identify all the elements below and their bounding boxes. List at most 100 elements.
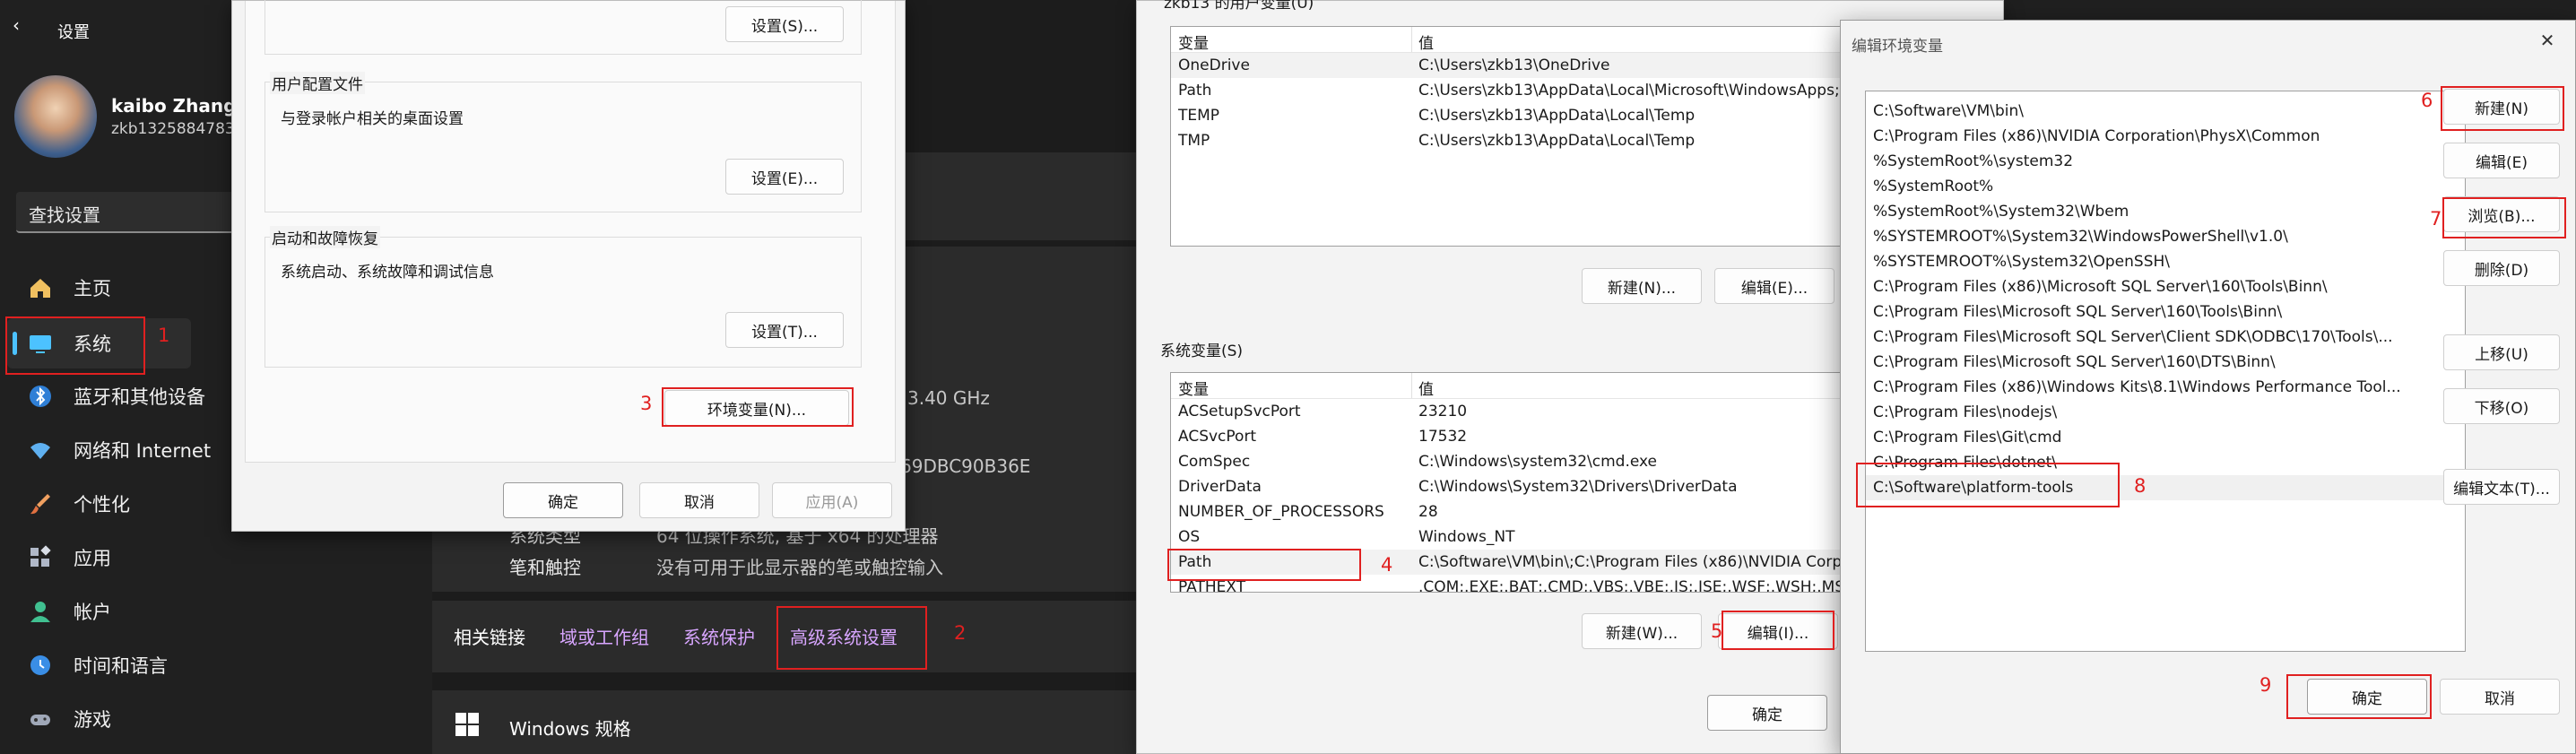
annotation-num-2: 2 [954, 622, 967, 644]
var-value: 23210 [1418, 403, 1468, 420]
move-up-button[interactable]: 上移(U) [2443, 334, 2560, 370]
var-name: OneDrive [1178, 56, 1250, 74]
nav-item-bluetooth[interactable]: 蓝牙和其他设备 [27, 371, 205, 421]
env-ok-button[interactable]: 确定 [1707, 695, 1827, 731]
annotation-num-6: 6 [2421, 90, 2433, 111]
startup-recovery-desc: 系统启动、系统故障和调试信息 [281, 264, 494, 282]
list-item[interactable]: C:\Program Files (x86)\Windows Kits\8.1\… [1866, 375, 2465, 400]
nav-item-apps[interactable]: 应用 [27, 533, 111, 583]
var-name: Path [1178, 82, 1212, 100]
list-item[interactable]: %SystemRoot%\System32\Wbem [1866, 199, 2465, 224]
list-item[interactable]: C:\Software\VM\bin\ [1866, 99, 2465, 124]
bluetooth-icon [27, 383, 54, 410]
nav-item-personalization[interactable]: 个性化 [27, 479, 130, 529]
table-row[interactable]: ComSpec C:\Windows\system32\cmd.exe [1171, 449, 1842, 474]
table-row[interactable]: TEMP C:\Users\zkb13\AppData\Local\Temp [1171, 103, 1842, 128]
move-down-button[interactable]: 下移(O) [2443, 388, 2560, 424]
user-profile-settings-button[interactable]: 设置(E)... [725, 159, 844, 195]
nav-label-apps: 应用 [74, 548, 111, 569]
entry-text: C:\Program Files\Microsoft SQL Server\16… [1873, 353, 2276, 371]
entry-text: %SystemRoot%\System32\Wbem [1873, 203, 2129, 221]
table-row[interactable]: TMP C:\Users\zkb13\AppData\Local\Temp [1171, 128, 1842, 153]
apply-button[interactable]: 应用(A) [772, 482, 892, 518]
nav-item-accounts[interactable]: 帐户 [27, 586, 111, 637]
table-row[interactable]: ACSvcPort 17532 [1171, 424, 1842, 449]
edit-text-button[interactable]: 编辑文本(T)... [2443, 469, 2560, 505]
col-variable-header: 变量 [1178, 35, 1209, 53]
list-item[interactable]: %SYSTEMROOT%\System32\WindowsPowerShell\… [1866, 224, 2465, 249]
table-header: 变量 值 [1171, 373, 1842, 399]
list-item[interactable]: C:\Program Files\nodejs\ [1866, 400, 2465, 425]
list-item[interactable]: C:\Program Files\Microsoft SQL Server\16… [1866, 350, 2465, 375]
edit-cancel-button[interactable]: 取消 [2440, 679, 2560, 715]
var-name: ACSetupSvcPort [1178, 403, 1301, 420]
search-box[interactable]: 查找设置 [16, 192, 240, 233]
device-id-fragment: 69DBC90B36E [900, 455, 1031, 477]
nav-label-network: 网络和 Internet [74, 440, 212, 462]
table-row[interactable]: DriverData C:\Windows\System32\Drivers\D… [1171, 474, 1842, 499]
list-item[interactable]: C:\Program Files (x86)\NVIDIA Corporatio… [1866, 124, 2465, 149]
home-icon [27, 274, 54, 301]
list-item[interactable]: C:\Program Files (x86)\Microsoft SQL Ser… [1866, 274, 2465, 299]
account-icon [27, 598, 54, 625]
col-value-header: 值 [1418, 35, 1434, 53]
nav-item-gaming[interactable]: 游戏 [27, 694, 111, 744]
back-arrow-icon[interactable]: ‹ [13, 16, 30, 34]
var-value: C:\Windows\system32\cmd.exe [1418, 453, 1658, 471]
system-new-button[interactable]: 新建(W)... [1582, 613, 1702, 649]
ok-button[interactable]: 确定 [503, 482, 623, 518]
table-row[interactable]: ACSetupSvcPort 23210 [1171, 399, 1842, 424]
edit-entry-button[interactable]: 编辑(E) [2443, 143, 2560, 178]
windows-spec-label: Windows 规格 [509, 718, 631, 740]
system-properties-dialog: 设置(S)... 用户配置文件 与登录帐户相关的桌面设置 设置(E)... 启动… [231, 0, 906, 532]
search-input[interactable]: 查找设置 [29, 201, 100, 227]
var-name: NUMBER_OF_PROCESSORS [1178, 503, 1384, 521]
user-edit-button[interactable]: 编辑(E)... [1714, 268, 1834, 304]
nav-item-time-language[interactable]: 时间和语言 [27, 640, 168, 690]
entry-text: C:\Program Files (x86)\Microsoft SQL Ser… [1873, 278, 2328, 296]
startup-recovery-settings-button[interactable]: 设置(T)... [725, 312, 844, 348]
startup-recovery-group [265, 237, 862, 368]
annotation-num-3: 3 [640, 393, 653, 414]
globe-clock-icon [27, 652, 54, 679]
cancel-button[interactable]: 取消 [639, 482, 759, 518]
link-domain-workgroup[interactable]: 域或工作组 [559, 623, 649, 649]
col-variable-header: 变量 [1178, 381, 1209, 399]
apps-icon [27, 544, 54, 571]
table-row[interactable]: OneDrive C:\Users\zkb13\OneDrive [1171, 53, 1842, 78]
var-value: 17532 [1418, 428, 1468, 446]
var-name: TEMP [1178, 107, 1220, 125]
performance-settings-button[interactable]: 设置(S)... [725, 6, 844, 42]
list-item[interactable]: %SYSTEMROOT%\System32\OpenSSH\ [1866, 249, 2465, 274]
startup-recovery-title: 启动和故障恢复 [270, 226, 380, 248]
close-icon[interactable]: ✕ [2531, 30, 2563, 56]
user-new-button[interactable]: 新建(N)... [1582, 268, 1702, 304]
list-item[interactable]: %SystemRoot% [1866, 174, 2465, 199]
list-item[interactable]: C:\Program Files\Git\cmd [1866, 425, 2465, 450]
user-profile-title: 用户配置文件 [270, 72, 365, 94]
related-links-label: 相关链接 [454, 627, 525, 648]
nav-item-network[interactable]: 网络和 Internet [27, 425, 211, 475]
var-value: C:\Users\zkb13\AppData\Local\Temp [1418, 107, 1696, 125]
annotation-box-5 [1722, 611, 1834, 650]
entry-text: C:\Program Files\Microsoft SQL Server\16… [1873, 303, 2283, 321]
windows-logo-icon [455, 713, 479, 736]
nav-label-accounts: 帐户 [74, 602, 111, 623]
table-row[interactable]: OS Windows_NT [1171, 524, 1842, 550]
pen-touch-label: 笔和触控 [509, 557, 581, 578]
col-value-header: 值 [1418, 381, 1434, 399]
list-item[interactable]: C:\Program Files\Microsoft SQL Server\Cl… [1866, 325, 2465, 350]
network-icon [27, 437, 54, 464]
list-item[interactable]: %SystemRoot%\system32 [1866, 149, 2465, 174]
path-entries-list[interactable]: C:\Software\VM\bin\ C:\Program Files (x86… [1865, 91, 2466, 652]
delete-button[interactable]: 删除(D) [2443, 250, 2560, 286]
table-row[interactable]: NUMBER_OF_PROCESSORS 28 [1171, 499, 1842, 524]
link-system-protection[interactable]: 系统保护 [683, 623, 755, 649]
avatar[interactable] [14, 75, 97, 158]
table-header: 变量 值 [1171, 27, 1842, 53]
nav-item-home[interactable]: 主页 [27, 263, 111, 313]
table-row[interactable]: Path C:\Users\zkb13\AppData\Local\Micros… [1171, 78, 1842, 103]
list-item[interactable]: C:\Program Files\Microsoft SQL Server\16… [1866, 299, 2465, 325]
user-vars-table[interactable]: 变量 值 OneDrive C:\Users\zkb13\OneDrive Pa… [1170, 26, 1843, 247]
var-name: ComSpec [1178, 453, 1251, 471]
